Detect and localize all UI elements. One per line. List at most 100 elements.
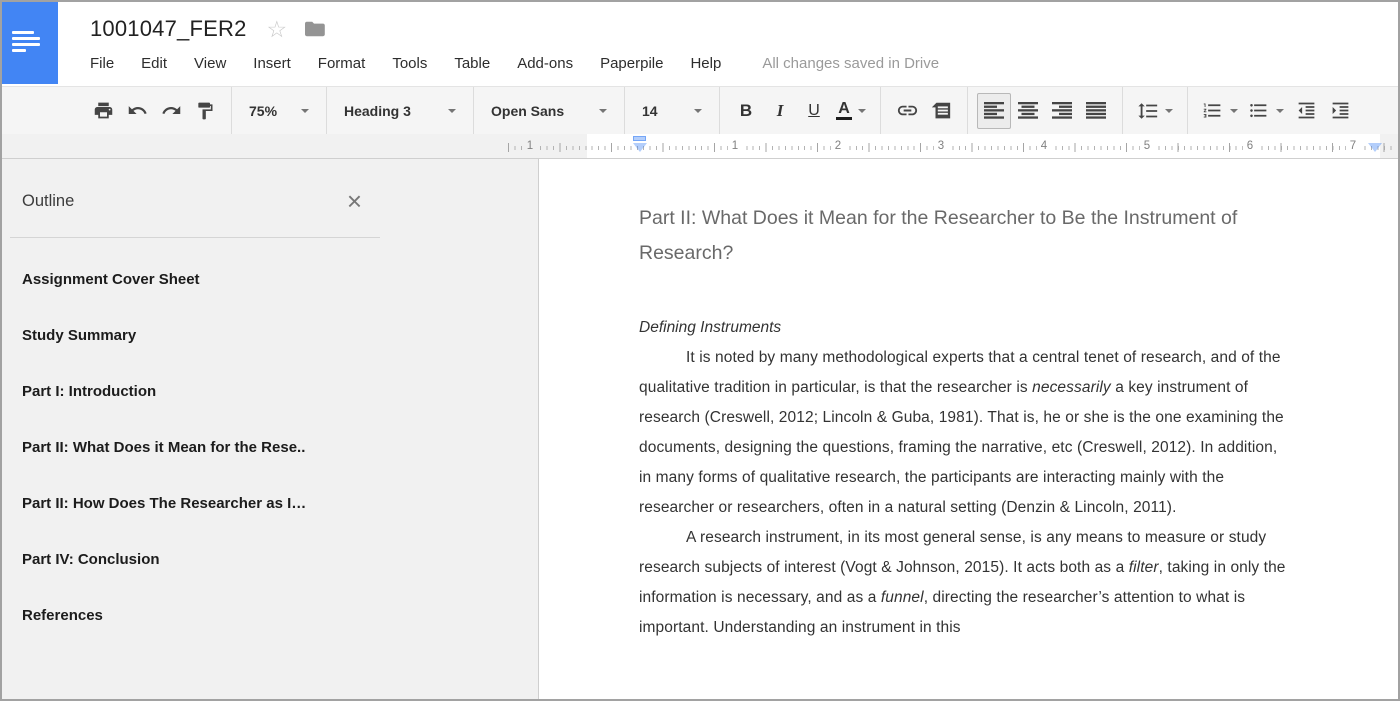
outline-items: Assignment Cover Sheet Study Summary Par… [2,238,388,644]
ruler-number: 5 [1140,138,1154,154]
ruler-number: 2 [831,138,845,154]
numbered-list-icon [1202,100,1223,121]
star-icon[interactable]: ☆ [267,18,288,41]
outline-item-study-summary[interactable]: Study Summary [22,308,388,364]
align-center-icon [1018,102,1038,119]
justify-button[interactable] [1079,93,1113,129]
bulleted-list-icon [1248,100,1269,121]
menu-format[interactable]: Format [318,55,366,72]
paragraph-style-value: Heading 3 [344,103,411,119]
redo-button[interactable] [154,93,188,129]
ruler-number: 4 [1037,138,1051,154]
redo-icon [161,100,182,121]
underline-label: U [808,102,820,120]
menu-bar: File Edit View Insert Format Tools Table… [90,48,1398,78]
outline-item-part-4[interactable]: Part IV: Conclusion [22,532,388,588]
paragraph-2: A research instrument, in its most gener… [639,523,1291,643]
menu-tools[interactable]: Tools [392,55,427,72]
google-docs-window: 1001047_FER2 ☆ File Edit View Insert For… [0,0,1400,701]
first-line-indent-marker[interactable] [633,136,646,141]
menu-paperpile[interactable]: Paperpile [600,55,663,72]
right-indent-marker[interactable] [1368,143,1382,152]
zoom-select[interactable]: 75% [241,93,317,129]
document-title[interactable]: 1001047_FER2 [90,16,247,42]
font-family-value: Open Sans [491,103,564,119]
outline-item-part-2-how[interactable]: Part II: How Does The Researcher as I… [22,476,388,532]
menu-addons[interactable]: Add-ons [517,55,573,72]
toolbar-separator [326,87,327,134]
ruler-number: 1 [523,138,537,154]
toolbar-separator [624,87,625,134]
increase-indent-icon [1330,100,1351,121]
zoom-value: 75% [249,103,277,119]
underline-button[interactable]: U [797,93,831,129]
menu-edit[interactable]: Edit [141,55,167,72]
chevron-down-icon [448,109,456,113]
docs-logo-icon[interactable] [2,2,58,84]
document-content[interactable]: Part II: What Does it Mean for the Resea… [539,159,1299,643]
toolbar-separator [1187,87,1188,134]
insert-comment-button[interactable] [924,93,958,129]
line-spacing-button[interactable] [1132,93,1178,129]
outline-item-assignment-cover-sheet[interactable]: Assignment Cover Sheet [22,252,388,308]
bold-label: B [740,101,752,121]
decrease-indent-icon [1296,100,1317,121]
bulleted-list-button[interactable] [1243,93,1289,129]
outline-item-part-1[interactable]: Part I: Introduction [22,364,388,420]
justify-icon [1086,102,1106,119]
toolbar-separator [880,87,881,134]
line-spacing-icon [1137,100,1159,122]
undo-button[interactable] [120,93,154,129]
move-to-folder-button[interactable] [303,20,325,38]
chevron-down-icon [599,109,607,113]
ruler-number: 3 [934,138,948,154]
outline-panel: Outline × Assignment Cover Sheet Study S… [2,159,388,644]
menu-insert[interactable]: Insert [253,55,291,72]
paragraph-1: It is noted by many methodological exper… [639,343,1291,523]
italic-button[interactable]: I [763,93,797,129]
print-icon [93,100,114,121]
align-left-button[interactable] [977,93,1011,129]
paint-format-button[interactable] [188,93,222,129]
decrease-indent-button[interactable] [1289,93,1323,129]
document-heading: Part II: What Does it Mean for the Resea… [639,201,1287,271]
ruler-number: 7 [1346,138,1360,154]
font-size-select[interactable]: 14 [634,93,710,129]
text-color-label: A [838,101,850,116]
document-page[interactable]: Part II: What Does it Mean for the Resea… [539,159,1398,699]
toolbar-separator [1122,87,1123,134]
menu-table[interactable]: Table [454,55,490,72]
outline-item-part-2-what[interactable]: Part II: What Does it Mean for the Rese.… [22,420,388,476]
align-center-button[interactable] [1011,93,1045,129]
italic-label: I [777,101,784,121]
header: 1001047_FER2 ☆ File Edit View Insert For… [2,2,1398,86]
insert-link-button[interactable] [890,93,924,129]
header-right: 1001047_FER2 ☆ File Edit View Insert For… [58,2,1398,86]
docs-logo-lines [2,2,58,52]
chevron-down-icon [858,109,866,113]
bold-button[interactable]: B [729,93,763,129]
menu-file[interactable]: File [90,55,114,72]
align-right-button[interactable] [1045,93,1079,129]
align-left-icon [984,102,1004,119]
menu-help[interactable]: Help [690,55,721,72]
font-size-value: 14 [642,103,658,119]
print-button[interactable] [86,93,120,129]
toolbar: 75% Heading 3 Open Sans 14 B I U [2,86,1398,134]
numbered-list-button[interactable] [1197,93,1243,129]
menu-view[interactable]: View [194,55,226,72]
chevron-down-icon [694,109,702,113]
ruler-number: 1 [728,138,742,154]
outline-item-references[interactable]: References [22,588,388,644]
close-icon[interactable]: × [347,191,362,211]
text-color-button[interactable]: A [831,93,871,129]
paragraph-style-select[interactable]: Heading 3 [336,93,464,129]
current-color-bar [836,117,852,121]
ruler[interactable]: 1 1 2 3 4 5 6 7 [2,134,1398,159]
font-family-select[interactable]: Open Sans [483,93,615,129]
increase-indent-button[interactable] [1323,93,1357,129]
toolbar-separator [967,87,968,134]
left-indent-marker[interactable] [633,143,647,152]
sidebar: Outline × Assignment Cover Sheet Study S… [2,159,539,699]
chevron-down-icon [301,109,309,113]
